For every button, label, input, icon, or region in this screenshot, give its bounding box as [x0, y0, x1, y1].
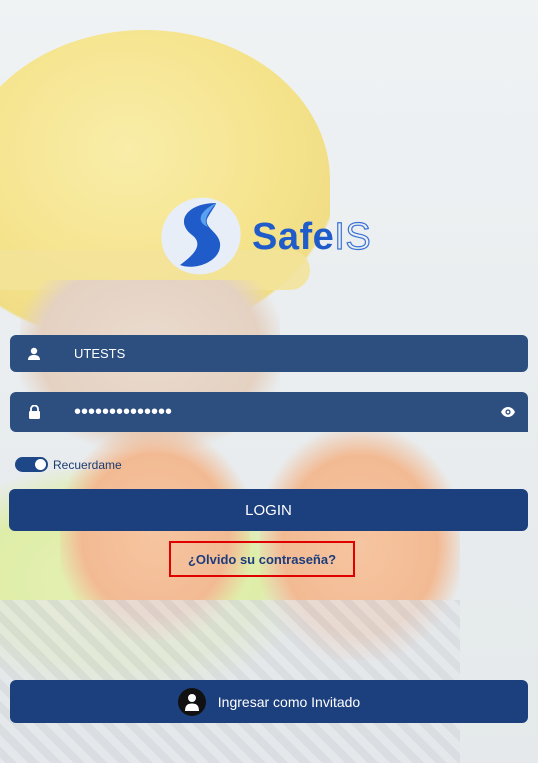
- safeis-logo-icon: [161, 197, 241, 275]
- username-field[interactable]: UTESTS: [10, 335, 528, 372]
- username-value[interactable]: UTESTS: [74, 346, 125, 361]
- login-button[interactable]: LOGIN: [9, 489, 528, 531]
- safeis-logo: SafeIS: [158, 193, 388, 279]
- remember-label: Recuerdame: [53, 457, 122, 472]
- remember-toggle[interactable]: [15, 457, 48, 472]
- background-photo: [0, 0, 538, 763]
- guest-button-label: Ingresar como Invitado: [217, 693, 361, 710]
- remember-me[interactable]: Recuerdame: [15, 457, 122, 472]
- lock-icon: [10, 404, 58, 420]
- user-icon: [10, 347, 58, 361]
- person-icon: [177, 687, 206, 716]
- password-field[interactable]: ••••••••••••••: [10, 392, 528, 432]
- password-value[interactable]: ••••••••••••••: [74, 402, 488, 422]
- eye-icon[interactable]: [488, 406, 528, 418]
- brand-name: SafeIS: [252, 215, 372, 258]
- forgot-password-link[interactable]: ¿Olvido su contraseña?: [169, 541, 355, 577]
- guest-login-button[interactable]: Ingresar como Invitado: [10, 680, 528, 723]
